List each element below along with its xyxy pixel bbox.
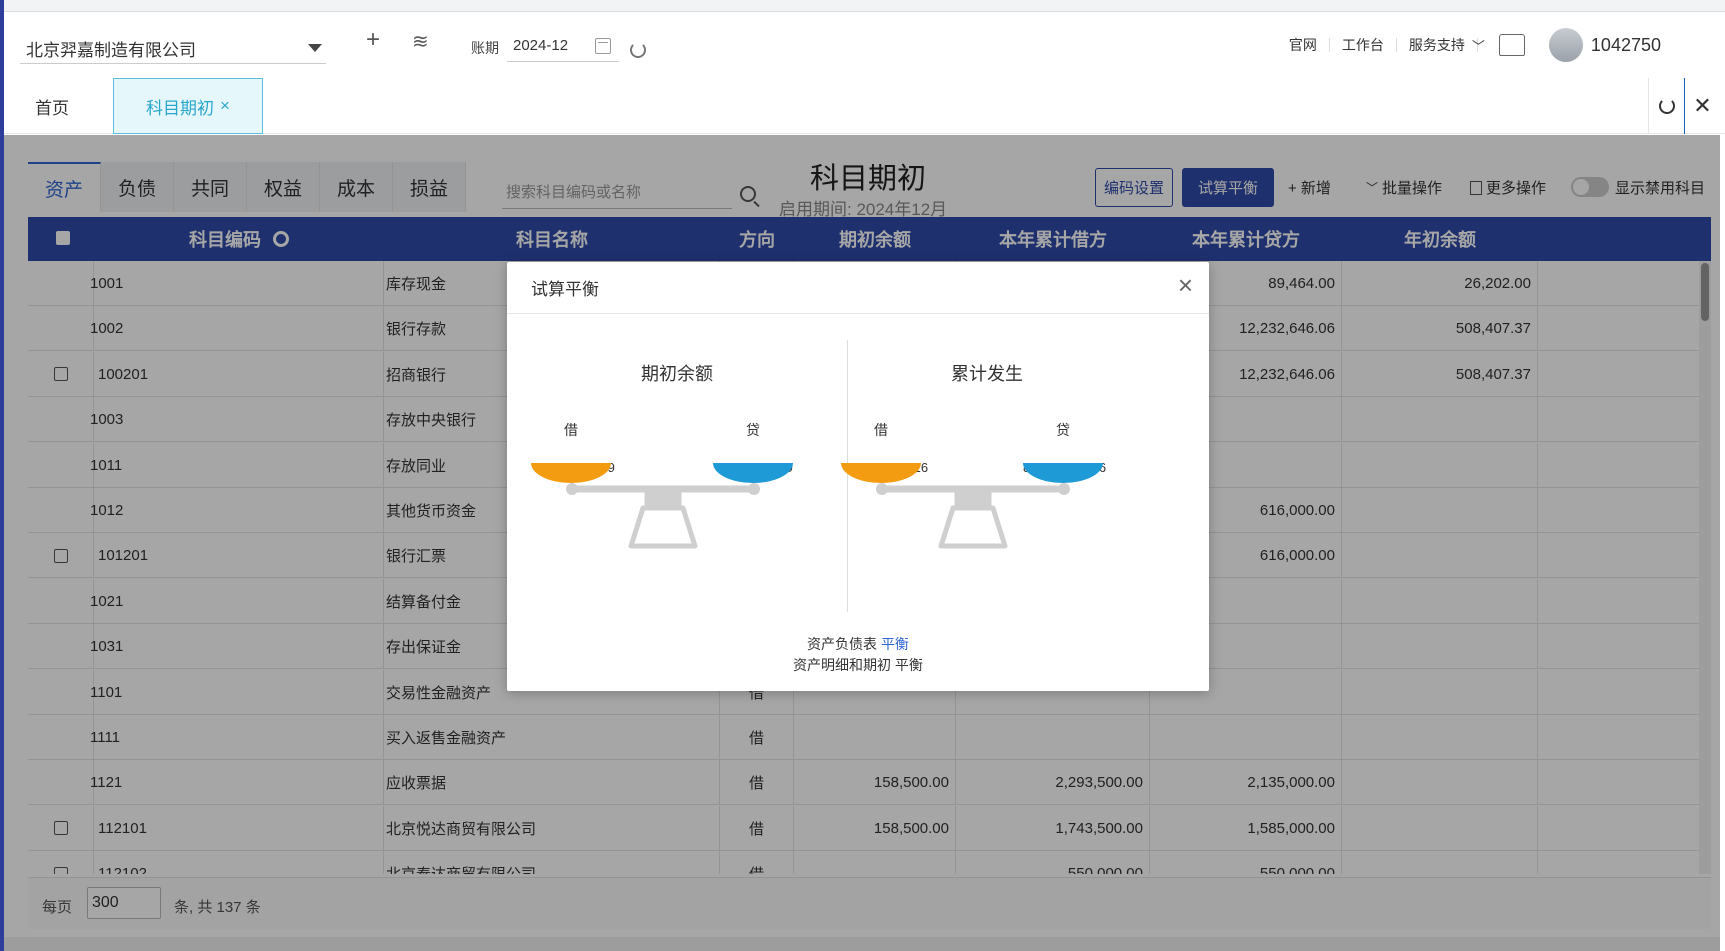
accumulated-scale: 累计发生 借 贷 85,641,570.16 85,641,570.16 [817, 314, 1157, 594]
avatar[interactable] [1548, 28, 1583, 62]
company-name: 北京羿嘉制造有限公司 [26, 41, 196, 60]
layers-icon[interactable]: ≋ [412, 32, 429, 52]
balance-scale-icon [841, 463, 1103, 549]
link-official-site[interactable]: 官网 [1277, 38, 1330, 52]
asset-detail-status: 资产明细和期初 平衡 [793, 657, 923, 673]
close-icon[interactable]: × [220, 96, 230, 116]
balance-scale-icon [531, 463, 793, 549]
tab-home[interactable]: 首页 [0, 78, 104, 134]
tab-close-all-button[interactable]: ✕ [1684, 78, 1720, 134]
balance-sheet-status: 资产负债表 平衡 [507, 634, 1209, 654]
balance-sheet-label: 资产负债表 [807, 636, 878, 652]
refresh-icon [1658, 98, 1675, 114]
period-value: 2024-12 [513, 37, 569, 54]
tab-refresh-button[interactable] [1648, 78, 1684, 134]
caret-down-icon [308, 44, 322, 52]
chevron-down-icon[interactable]: ﹀ [1472, 36, 1485, 55]
dialog-header: 试算平衡 × [507, 262, 1209, 314]
tab-label: 科目期初 [146, 98, 215, 118]
link-workbench[interactable]: 工作台 [1330, 38, 1397, 52]
opening-balance-scale: 期初余额 借 贷 7,196,004.59 7,196,004.59 [507, 314, 847, 594]
browser-strip [0, 0, 1725, 12]
period-picker[interactable]: 2024-12 [507, 30, 619, 62]
skin-icon[interactable] [1498, 34, 1525, 56]
refresh-icon[interactable] [630, 42, 646, 58]
balance-sheet-result: 平衡 [880, 636, 909, 652]
period-label: 账期 [471, 40, 499, 56]
trial-balance-dialog: 试算平衡 × 期初余额 借 贷 7,196,004.59 7,196,004.5… [507, 262, 1209, 691]
tab-opening-balance[interactable]: 科目期初 × [113, 78, 263, 134]
company-selector[interactable]: 北京羿嘉制造有限公司 [20, 34, 326, 64]
tab-strip: 首页 科目期初 × ✕ [0, 78, 1725, 134]
header-right: 官网 工作台 服务支持 ﹀ 1042750 [1277, 12, 1725, 78]
link-service-support[interactable]: 服务支持 [1397, 38, 1478, 52]
plus-icon[interactable]: + [366, 28, 380, 52]
dialog-title: 试算平衡 [531, 280, 599, 299]
user-id: 1042750 [1590, 34, 1661, 55]
calendar-icon [595, 38, 611, 54]
close-icon[interactable]: × [1178, 272, 1193, 298]
